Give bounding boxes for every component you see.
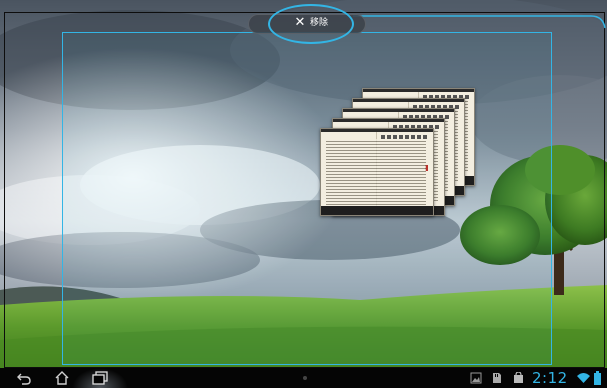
remove-highlight-circle [268, 4, 354, 44]
status-clock: 2:12 [532, 369, 568, 387]
recent-apps-icon[interactable] [92, 371, 108, 385]
ebook-reader-widget[interactable] [318, 88, 478, 218]
callout-line [353, 15, 606, 29]
wifi-icon [577, 373, 590, 383]
home-icon[interactable] [54, 370, 70, 386]
book-page-front [320, 128, 434, 216]
widget-drop-area [62, 32, 552, 365]
page-indicator [303, 376, 307, 380]
system-navigation-bar: 2:12 [0, 368, 607, 388]
battery-icon [594, 371, 601, 385]
gallery-icon [470, 372, 482, 384]
shopping-bag-icon [514, 372, 523, 383]
back-icon[interactable] [16, 370, 32, 386]
home-screen: ✕ 移除 2:12 [0, 0, 607, 388]
sd-card-icon [493, 373, 501, 383]
